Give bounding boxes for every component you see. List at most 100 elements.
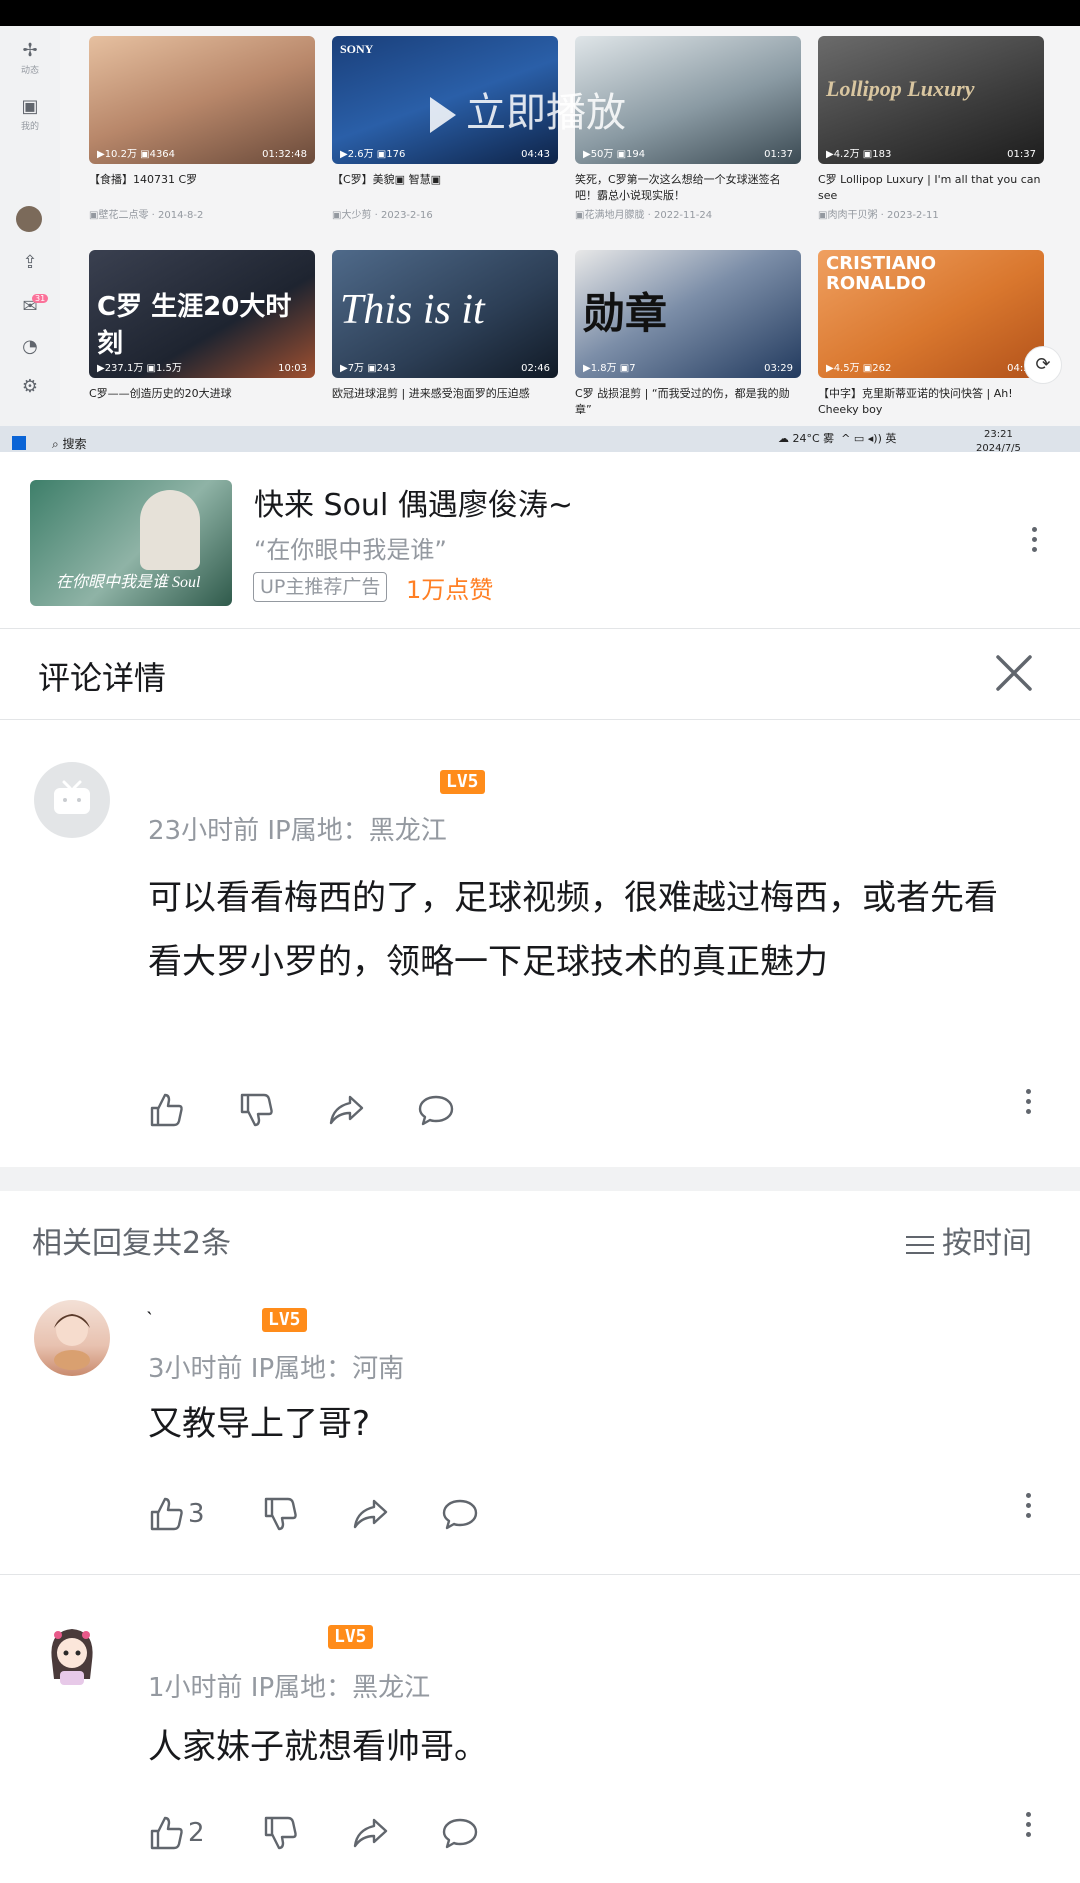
level-badge: LV5	[440, 770, 485, 794]
thumbs-down-icon	[240, 1093, 273, 1127]
video-card: Lollipop Luxury ▶4.2万 ▣183 01:37 C罗 Loll…	[818, 36, 1044, 221]
ad-subtitle: “在你眼中我是谁”	[254, 536, 447, 564]
video-duration: 01:32:48	[262, 149, 307, 160]
ad-banner[interactable]: 在你眼中我是谁 Soul 快来 Soul 偶遇廖俊涛~ “在你眼中我是谁” UP…	[0, 452, 1080, 628]
video-stats: ▶7万 ▣243	[340, 363, 396, 374]
comment-meta: 1小时前 IP属地：黑龙江	[148, 1673, 431, 1703]
play-now-overlay[interactable]: 立即播放	[430, 80, 626, 138]
dislike-button[interactable]	[260, 1494, 300, 1534]
avatar[interactable]	[34, 1617, 110, 1693]
video-title: 【中字】克里斯蒂亚诺的快问快答 | Ah! Cheeky boy	[818, 387, 1013, 416]
system-tray: ☁ 24°C 雾 ^ ▭ ◂)) 英	[778, 432, 897, 445]
close-icon[interactable]	[988, 647, 1040, 699]
video-title: C罗 战损混剪 | “而我受过的伤，都是我的勋章”	[575, 387, 790, 416]
more-options-icon[interactable]	[1016, 1488, 1040, 1523]
like-button[interactable]: 2	[146, 1813, 205, 1853]
more-options-icon[interactable]	[1022, 522, 1046, 557]
comment-bubble-icon	[442, 1499, 478, 1530]
tv-icon: ▣ 我的	[20, 96, 39, 132]
thumbs-down-icon	[264, 1816, 297, 1850]
video-stats: ▶2.6万 ▣176	[340, 149, 406, 160]
ad-thumbnail[interactable]: 在你眼中我是谁 Soul	[30, 480, 232, 606]
comment-actions: 3	[146, 1493, 1031, 1534]
sidebar-avatar	[16, 206, 42, 232]
video-card: 勋章 ▶1.8万 ▣7 03:29 C罗 战损混剪 | “而我受过的伤，都是我的…	[575, 250, 801, 418]
username-dot: ˴	[146, 1298, 153, 1322]
comment-text: 又教导上了哥?	[148, 1404, 371, 1444]
video-thumbnail: C罗 生涯20大时刻 ▶237.1万 ▣1.5万 10:03	[89, 250, 315, 378]
sort-by-time-button[interactable]: 按时间	[906, 1218, 1032, 1262]
like-button[interactable]: 3	[146, 1494, 205, 1534]
video-title: 【C罗】美貌▣ 智慧▣	[332, 173, 441, 186]
thumbs-up-icon	[150, 1497, 183, 1531]
thumbs-down-icon	[264, 1497, 297, 1531]
video-title: C罗——创造历史的20大进球	[89, 387, 232, 400]
reply-button[interactable]	[416, 1090, 456, 1130]
video-title: 欧冠进球混剪 | 进来感受泡面罗的压迫感	[332, 387, 530, 400]
video-author: ▣花满地月朦胧 · 2022-11-24	[575, 210, 713, 221]
comment-text: 可以看看梅西的了，足球视频，很难越过梅西，或者先看看大罗小罗的，领略一下足球技术…	[148, 878, 998, 982]
video-thumbnail: Lollipop Luxury ▶4.2万 ▣183 01:37	[818, 36, 1044, 164]
history-icon: ◔	[22, 336, 38, 357]
video-duration: 01:37	[764, 149, 793, 160]
video-player[interactable]: ✢ 动态 ▣ 我的 ⇪ ✉ 31 ◔ ⚙ ▶10.2万 ▣4364 01:32:48…	[0, 0, 1080, 452]
comment-text: 人家妹子就想看帅哥。	[148, 1727, 488, 1767]
video-stats: ▶1.8万 ▣7	[583, 363, 636, 374]
share-button[interactable]	[326, 1090, 366, 1130]
video-title: C罗 Lollipop Luxury | I'm all that you ca…	[818, 173, 1041, 202]
comment-meta: 3小时前 IP属地：河南	[148, 1354, 405, 1384]
message-badge: 31	[32, 294, 49, 303]
thumbnail-text: Lollipop Luxury	[826, 76, 975, 101]
ad-title[interactable]: 快来 Soul 偶遇廖俊涛~	[254, 480, 573, 524]
main-comment: LV5 23小时前 IP属地：黑龙江 可以看看梅西的了，足球视频，很难越过梅西，…	[0, 718, 1080, 1167]
video-stats: ▶50万 ▣194	[583, 149, 646, 160]
avatar[interactable]	[34, 1300, 110, 1376]
comment-bubble-icon	[418, 1095, 454, 1126]
windows-start-icon	[12, 436, 26, 450]
windows-taskbar: ⌕ 搜索 ☁ 24°C 雾 ^ ▭ ◂)) 英 23:21 2024/7/5	[0, 426, 1080, 452]
play-icon	[430, 97, 456, 133]
comment-actions	[146, 1089, 1031, 1130]
share-button[interactable]	[350, 1494, 390, 1534]
taskbar-search: ⌕ 搜索	[52, 437, 87, 451]
level-badge: LV5	[262, 1308, 307, 1332]
ad-person-figure	[140, 490, 200, 570]
settings-icon: ⚙	[21, 376, 39, 397]
section-divider	[0, 1167, 1080, 1191]
comment-actions: 2	[146, 1812, 1031, 1853]
avatar[interactable]	[34, 762, 110, 838]
page-title: 评论详情	[38, 659, 167, 697]
thumbnail-text: CRISTIANO RONALDO	[826, 253, 937, 294]
like-button[interactable]	[146, 1090, 186, 1130]
video-thumbnail: ▶10.2万 ▣4364 01:32:48	[89, 36, 315, 164]
video-duration: 02:46	[521, 363, 550, 374]
video-thumbnail: 勋章 ▶1.8万 ▣7 03:29	[575, 250, 801, 378]
more-options-icon[interactable]	[1016, 1807, 1040, 1842]
video-card: CRISTIANO RONALDO ▶4.5万 ▣262 04:58 【中字】克…	[818, 250, 1044, 418]
dislike-button[interactable]	[260, 1813, 300, 1853]
refresh-icon: ⟳	[1024, 346, 1062, 384]
video-title: 笑死，C罗第一次这么想给一个女球迷签名吧！霸总小说现实版！	[575, 173, 781, 202]
reply-button[interactable]	[440, 1494, 480, 1534]
reply-item: ˴ LV5 3小时前 IP属地：河南 又教导上了哥? 3	[0, 1280, 1080, 1574]
sony-logo: SONY	[340, 42, 374, 56]
share-button[interactable]	[350, 1813, 390, 1853]
comment-bubble-icon	[442, 1818, 478, 1849]
more-options-icon[interactable]	[1016, 1084, 1040, 1119]
fan-icon: ✢ 动态	[20, 40, 39, 76]
list-icon	[906, 1230, 934, 1260]
video-thumbnail: CRISTIANO RONALDO ▶4.5万 ▣262 04:58	[818, 250, 1044, 378]
ad-thumbnail-text: 在你眼中我是谁 Soul	[56, 574, 201, 591]
thumbnail-text: C罗 生涯20大时刻	[97, 292, 292, 359]
video-card: This is it ▶7万 ▣243 02:46 欧冠进球混剪 | 进来感受泡…	[332, 250, 558, 418]
video-stats: ▶4.5万 ▣262	[826, 363, 892, 374]
thumbs-up-icon	[150, 1816, 183, 1850]
dislike-button[interactable]	[236, 1090, 276, 1130]
video-author: ▣肉肉干贝粥 · 2023-2-11	[818, 210, 939, 221]
video-duration: 04:43	[521, 149, 550, 160]
reply-button[interactable]	[440, 1813, 480, 1853]
taskbar-clock: 23:21 2024/7/5	[976, 429, 1021, 452]
video-author: ▣大少剪 · 2023-2-16	[332, 210, 433, 221]
video-duration: 03:29	[764, 363, 793, 374]
share-icon	[353, 1818, 388, 1848]
